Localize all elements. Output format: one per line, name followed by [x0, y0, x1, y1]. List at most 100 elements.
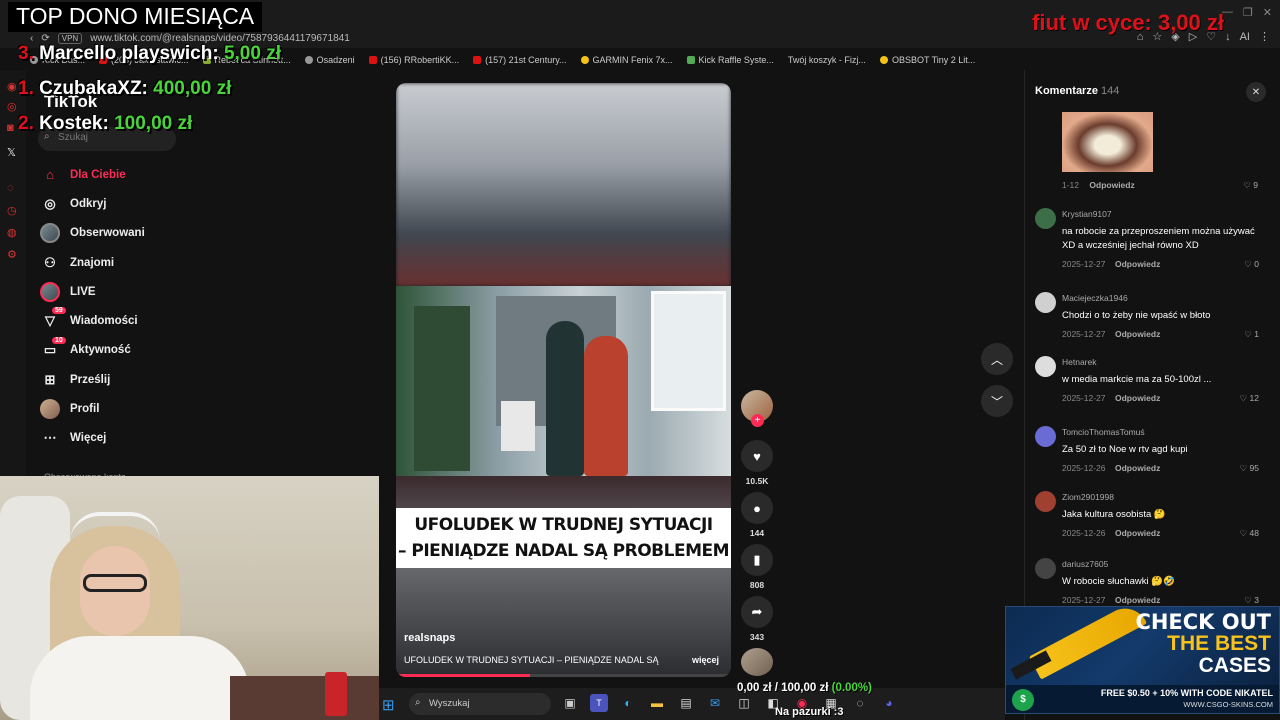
avatar[interactable]: [1035, 558, 1056, 579]
taskbar-search[interactable]: ⌕ Wyszukaj: [409, 693, 551, 715]
url-text[interactable]: www.tiktok.com/@realsnaps/video/75879364…: [90, 33, 350, 44]
sidebar-item-wiecej[interactable]: ⋯ Więcej: [40, 424, 200, 453]
sidebar-item-znajomi[interactable]: ⚇ Znajomi: [40, 248, 200, 277]
app-icon[interactable]: ◌: [851, 694, 869, 712]
reply-button[interactable]: Odpowiedz: [1115, 393, 1160, 403]
close-window-icon[interactable]: ✕: [1263, 6, 1272, 19]
comment-username[interactable]: Krystian9107: [1062, 209, 1112, 219]
banner-line: – PIENIĄDZE NADAL SĄ PROBLEMEM: [397, 541, 730, 561]
previous-video-button[interactable]: ︿: [981, 343, 1013, 375]
avatar[interactable]: [1035, 208, 1056, 229]
comment-text: Za 50 zł to Noe w rtv agd kupi: [1062, 444, 1188, 455]
folder-icon[interactable]: ▬: [648, 694, 666, 712]
reload-icon[interactable]: ⟳: [41, 33, 49, 44]
sidebar-item-label: Prześlij: [70, 373, 111, 386]
comment-image[interactable]: [1062, 112, 1153, 172]
comment-text: w media markcie ma za 50-100zl ...: [1062, 374, 1212, 385]
mail-icon[interactable]: ✉: [706, 694, 724, 712]
bookmark-item[interactable]: Osadzeni: [304, 55, 355, 65]
bookmark-item[interactable]: (156) RRobertiKK...: [368, 55, 459, 65]
comment-username[interactable]: Hetnarek: [1062, 357, 1097, 367]
sidebar-app-icon[interactable]: ◎: [7, 100, 17, 113]
bookmark-item[interactable]: (157) 21st Century...: [473, 55, 567, 65]
sidebar-app-icon[interactable]: ◍: [7, 226, 17, 239]
comment-username[interactable]: dariusz7605: [1062, 559, 1108, 569]
sidebar-item-przeslij[interactable]: ⊞ Prześlij: [40, 365, 200, 394]
reply-button[interactable]: Odpowiedz: [1115, 595, 1160, 605]
comment-like[interactable]: ♡ 3: [1244, 595, 1259, 606]
more-button[interactable]: więcej: [692, 655, 719, 665]
comment-username[interactable]: Maciejeczka1946: [1062, 293, 1128, 303]
sidebar-app-icon[interactable]: ◉: [7, 80, 17, 93]
bookmark-item[interactable]: Kick Raffle Syste...: [686, 55, 774, 65]
maximize-icon[interactable]: ❐: [1243, 6, 1253, 19]
sidebar-item-live[interactable]: LIVE: [40, 277, 200, 306]
sidebar-item-dla-ciebie[interactable]: ⌂ Dla Ciebie: [40, 160, 200, 189]
sidebar-item-aktywnosc[interactable]: ▭ 10 Aktywność: [40, 336, 200, 365]
taskbar-search-placeholder: Wyszukaj: [429, 698, 470, 709]
donor-amount: 100,00 zł: [114, 113, 193, 134]
task-view-icon[interactable]: ▣: [561, 694, 579, 712]
messages-icon: ▽: [45, 313, 55, 329]
reply-button[interactable]: Odpowiedz: [1089, 180, 1134, 190]
save-button[interactable]: ▮ 808: [741, 544, 773, 590]
teams-icon[interactable]: T: [590, 694, 608, 712]
app-icon[interactable]: ◫: [735, 694, 753, 712]
comment-button[interactable]: ● 144: [741, 492, 773, 538]
comment-like[interactable]: ♡ 48: [1240, 528, 1259, 539]
close-comments-button[interactable]: ✕: [1246, 82, 1266, 102]
donor-row: 3. Marcello playswich: 5,00 zł: [18, 43, 281, 65]
share-button[interactable]: ➦ 343: [741, 596, 773, 642]
reply-button[interactable]: Odpowiedz: [1115, 528, 1160, 538]
windows-start-icon[interactable]: ⊞: [382, 696, 395, 714]
sidebar-item-label: Znajomi: [70, 256, 115, 269]
store-icon[interactable]: ▤: [677, 694, 695, 712]
bookmark-item[interactable]: OBSBOT Tiny 2 Lit...: [879, 55, 975, 65]
ai-button[interactable]: AI: [1240, 31, 1250, 43]
x-icon[interactable]: 𝕏: [7, 146, 16, 159]
avatar[interactable]: [1035, 491, 1056, 512]
bookmark-item[interactable]: GARMIN Fenix 7x...: [580, 55, 673, 65]
sidebar-item-profil[interactable]: Profil: [40, 394, 200, 423]
music-disc-icon[interactable]: [741, 648, 773, 676]
download-icon[interactable]: ↓: [1225, 31, 1231, 43]
comment-like[interactable]: ♡ 12: [1240, 393, 1259, 404]
video-progress[interactable]: [396, 674, 731, 677]
sidebar-item-odkryj[interactable]: ◎ Odkryj: [40, 189, 200, 218]
clock-icon[interactable]: ◷: [7, 204, 17, 217]
like-button[interactable]: ♥ 10.5K: [741, 440, 773, 486]
vpn-badge[interactable]: VPN: [57, 32, 83, 44]
sidebar-app-icon[interactable]: ◙: [7, 122, 14, 134]
avatar[interactable]: [1035, 356, 1056, 377]
reply-button[interactable]: Odpowiedz: [1115, 329, 1160, 339]
settings-icon[interactable]: ⚙: [7, 248, 17, 261]
edge-icon[interactable]: ◐: [619, 694, 637, 712]
ad-site-text: WWW.CSGO-SKINS.COM: [1183, 700, 1273, 709]
avatar[interactable]: [1035, 426, 1056, 447]
live-avatar-icon: [40, 281, 60, 302]
avatar[interactable]: [1035, 292, 1056, 313]
video-author[interactable]: realsnaps: [404, 632, 455, 644]
reply-button[interactable]: Odpowiedz: [1115, 463, 1160, 473]
back-icon[interactable]: ‹: [30, 33, 33, 44]
comment-like[interactable]: ♡ 9: [1243, 180, 1258, 191]
sidebar-item-obserwowani[interactable]: Obserwowani: [40, 219, 200, 248]
sponsor-banner[interactable]: CHECK OUT THE BEST CASES $ FREE $0.50 + …: [1005, 606, 1280, 714]
sidebar-item-wiadomosci[interactable]: ▽ 59 Wiadomości: [40, 306, 200, 335]
bookmark-item[interactable]: Twój koszyk - Fizj...: [788, 55, 866, 65]
discord-icon[interactable]: ◕: [880, 694, 898, 712]
comment-username[interactable]: Ziom2901998: [1062, 492, 1114, 502]
reply-button[interactable]: Odpowiedz: [1115, 259, 1160, 269]
video-player[interactable]: UFOLUDEK W TRUDNEJ SYTUACJI – PIENIĄDZE …: [396, 83, 731, 677]
comment-username[interactable]: TomcioThomasTomuś: [1062, 427, 1145, 437]
comment-like[interactable]: ♡ 1: [1244, 329, 1259, 340]
follow-plus-icon[interactable]: +: [751, 414, 764, 427]
comment-like[interactable]: ♡ 0: [1244, 259, 1259, 270]
comments-title: Komentarze 144: [1035, 85, 1119, 97]
next-video-button[interactable]: ﹀: [981, 385, 1013, 417]
menu-icon[interactable]: ⋮: [1259, 30, 1270, 43]
sidebar-app-icon[interactable]: ◌: [7, 182, 14, 194]
sidebar-item-label: Dla Ciebie: [70, 168, 126, 181]
comment-like[interactable]: ♡ 95: [1240, 463, 1259, 474]
video-caption-banner: UFOLUDEK W TRUDNEJ SYTUACJI – PIENIĄDZE …: [396, 508, 731, 568]
